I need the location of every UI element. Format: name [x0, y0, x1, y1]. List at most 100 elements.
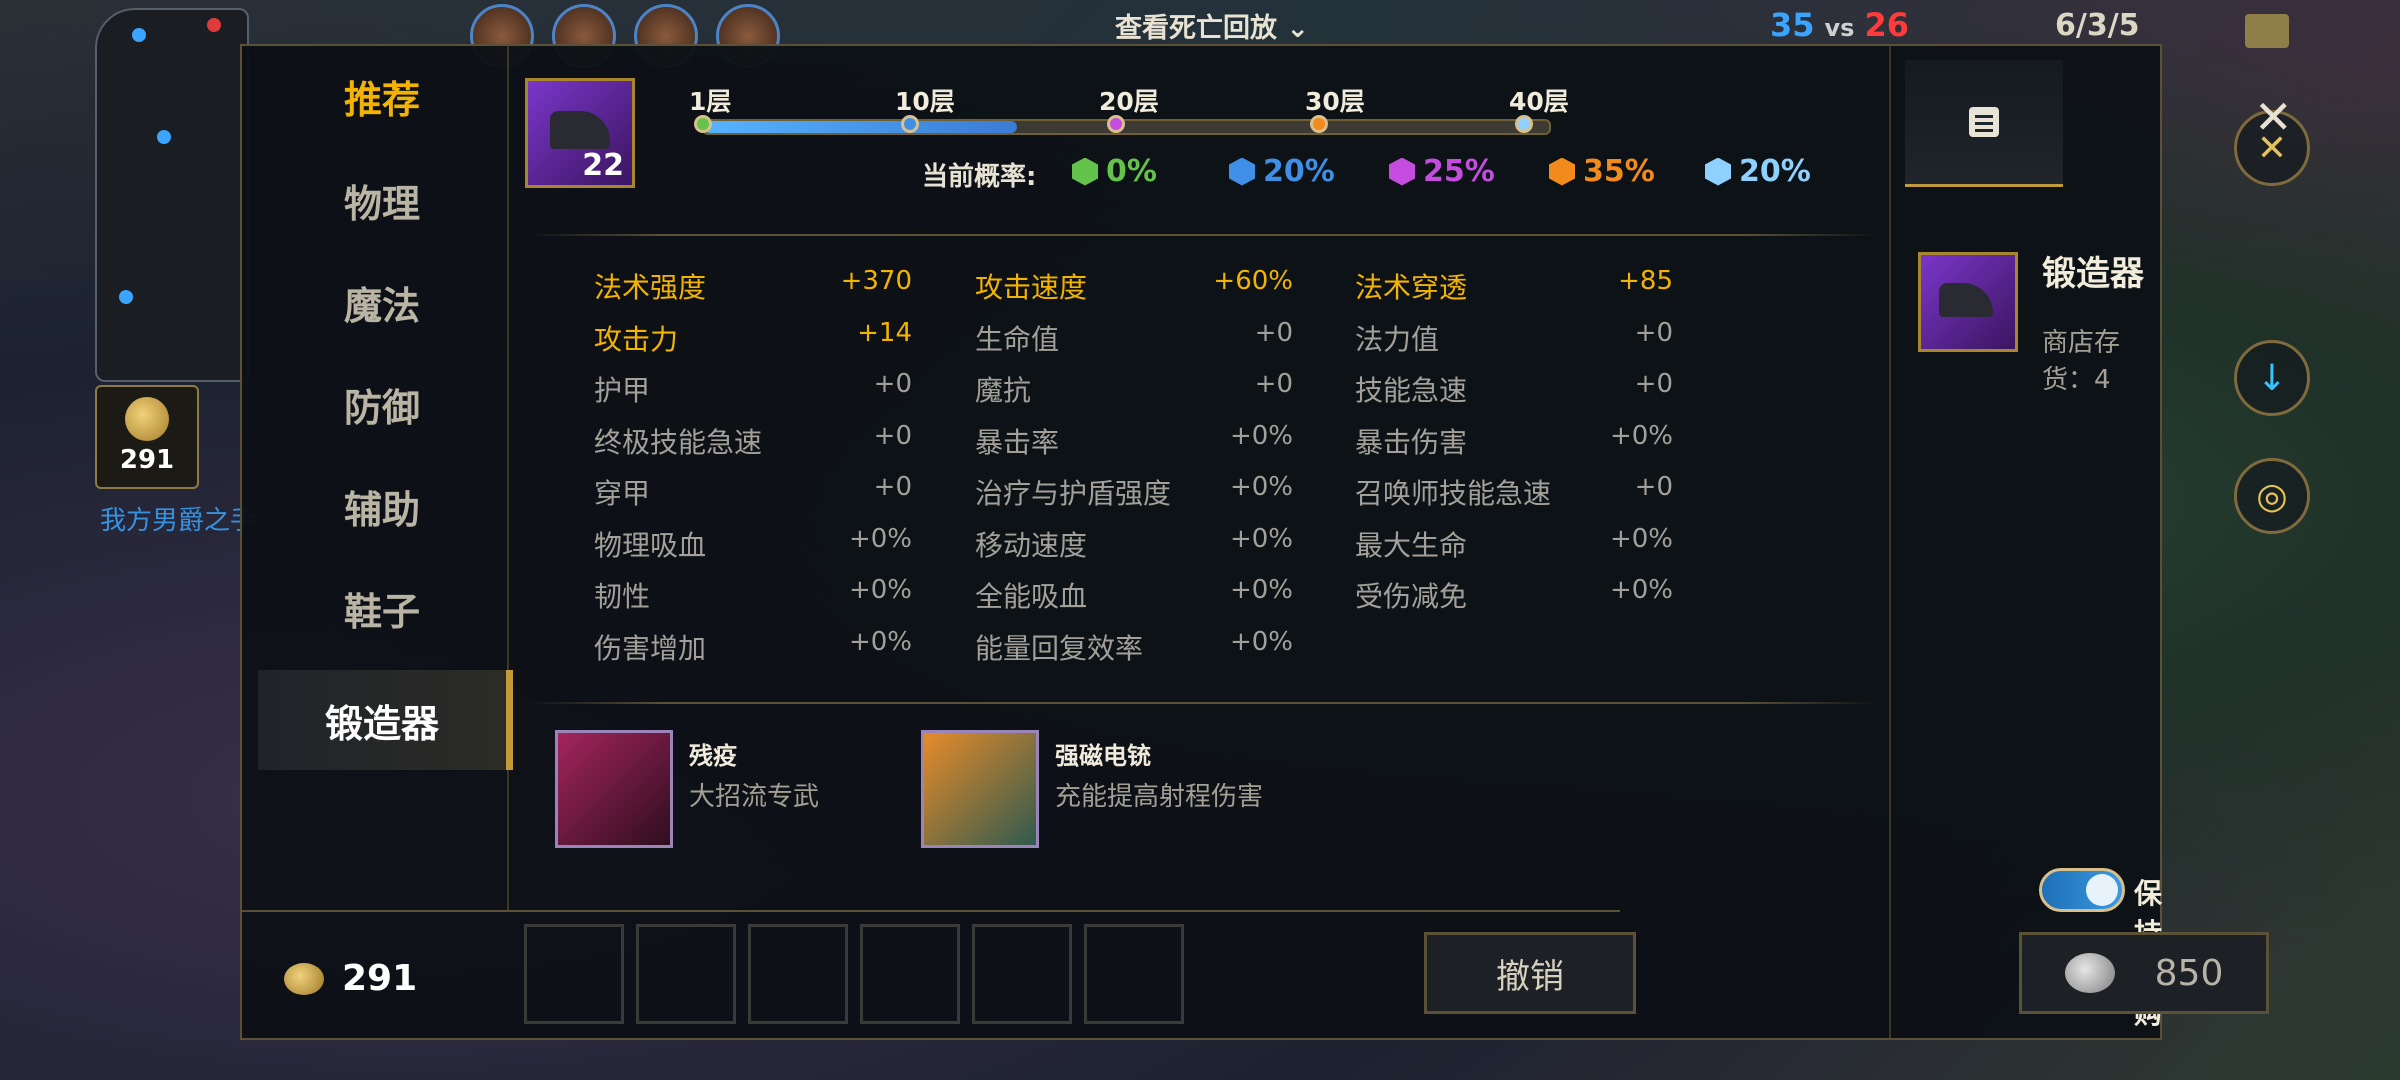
stat-row: 能量回复效率 +0%: [975, 627, 1293, 667]
stat-value: +0%: [1229, 420, 1293, 451]
minimap-ally-marker: [132, 28, 146, 42]
selected-item-name: 锻造器: [2042, 254, 2144, 294]
category-defense[interactable]: 防御: [258, 354, 506, 454]
category-physical[interactable]: 物理: [258, 150, 506, 250]
trinket-slot[interactable]: [1084, 924, 1184, 1024]
stat-row: 魔抗 +0: [975, 369, 1293, 409]
chevron-down-icon: ⌄: [1286, 13, 1310, 44]
stat-row: 穿甲 +0: [594, 472, 912, 512]
category-forge[interactable]: 锻造器: [258, 670, 513, 770]
stat-row: 伤害增加 +0%: [594, 627, 912, 667]
gold-shop-button[interactable]: 291: [95, 385, 199, 489]
close-icon[interactable]: ✕: [2254, 90, 2293, 144]
category-recommended[interactable]: 推荐: [258, 46, 506, 146]
probability-tier-2: 20%: [1229, 154, 1335, 189]
probability-value: 20%: [1263, 154, 1335, 189]
category-magic[interactable]: 魔法: [258, 252, 506, 352]
probability-value: 25%: [1423, 154, 1495, 189]
footer-gold: 291: [284, 958, 417, 999]
buy-button[interactable]: 850: [2019, 932, 2269, 1014]
probability-tier-1: 0%: [1072, 154, 1157, 189]
probability-tier-4: 35%: [1549, 154, 1655, 189]
stat-value: +0: [1634, 472, 1673, 502]
stat-name: 韧性: [594, 580, 651, 613]
shop-panel: 推荐 物理 魔法 防御 辅助 鞋子 锻造器 22 1层 10层 20层 30层 …: [240, 44, 2293, 1040]
stat-value: +14: [857, 317, 912, 348]
stat-row: 移动速度 +0%: [975, 524, 1293, 564]
level-label: 1层: [689, 87, 732, 116]
stat-name: 暴击率: [975, 425, 1060, 459]
probability-value: 35%: [1583, 154, 1655, 189]
inventory-slot[interactable]: [524, 924, 624, 1024]
category-label: 鞋子: [343, 589, 420, 634]
stat-name: 全能吸血: [975, 580, 1088, 613]
minimap[interactable]: [95, 8, 249, 382]
shop-stock: 商店存货：4: [2042, 328, 2121, 395]
stat-row: 生命值 +0: [975, 318, 1293, 358]
death-replay-button[interactable]: 查看死亡回放 ⌄: [1115, 6, 1309, 45]
chat-message: 我方男爵之手: [100, 506, 257, 536]
stat-row: 受伤减免 +0%: [1355, 575, 1673, 615]
keep-preorder-toggle[interactable]: [2039, 868, 2125, 912]
stat-value: +0%: [1609, 575, 1673, 605]
inventory-slot[interactable]: [748, 924, 848, 1024]
hexagon-icon: [1072, 157, 1098, 186]
undo-button[interactable]: 撤销: [1424, 932, 1636, 1014]
stat-row: 终极技能急速 +0: [594, 421, 912, 461]
stat-value: +60%: [1213, 266, 1293, 296]
category-boots[interactable]: 鞋子: [258, 558, 506, 658]
chat-icon[interactable]: [2245, 14, 2289, 48]
recommended-item-magnetic-gun[interactable]: [921, 730, 1039, 848]
hexagon-icon: [1389, 157, 1415, 186]
inventory-slot[interactable]: [860, 924, 960, 1024]
stat-value: +0%: [1229, 472, 1293, 502]
stat-row: 召唤师技能急速 +0: [1355, 472, 1673, 512]
recommended-item-desc: 大招流专武: [689, 782, 820, 812]
stat-value: +0: [1254, 317, 1293, 348]
stat-row: 暴击率 +0%: [975, 421, 1293, 461]
stat-row: 韧性 +0%: [594, 575, 912, 615]
stat-name: 暴击伤害: [1355, 425, 1468, 459]
inventory-slot[interactable]: [972, 924, 1072, 1024]
probability-tier-5: 20%: [1705, 154, 1811, 189]
stat-value: +370: [840, 266, 912, 296]
forge-stack-count: 22: [582, 148, 624, 183]
stat-row: 护甲 +0: [594, 369, 912, 409]
level-node: [901, 115, 919, 133]
gold-amount: 291: [119, 445, 175, 475]
stat-name: 受伤减免: [1355, 580, 1468, 613]
gold-coin-icon: [125, 397, 169, 441]
recommended-item-plague[interactable]: [555, 730, 673, 848]
stat-row: 法力值 +0: [1355, 318, 1673, 358]
stat-row: 法术强度 +370: [594, 266, 912, 306]
stat-row: 全能吸血 +0%: [975, 575, 1293, 615]
hexagon-icon: [1549, 157, 1575, 186]
kda-readout: 6/3/5: [2055, 8, 2140, 43]
tab-item-info[interactable]: [1905, 60, 2063, 187]
stat-name: 召唤师技能急速: [1355, 477, 1552, 510]
silver-coin-icon: [2064, 953, 2115, 993]
minimap-ally-marker: [119, 290, 133, 304]
document-icon: [1969, 107, 1999, 137]
lifebuoy-icon[interactable]: ◎: [2234, 458, 2310, 534]
stat-name: 护甲: [594, 374, 651, 407]
level-label: 20层: [1099, 87, 1159, 116]
stat-name: 最大生命: [1355, 528, 1468, 562]
gold-coin-icon: [284, 962, 324, 995]
stat-value: +0: [1254, 369, 1293, 399]
stat-name: 法力值: [1355, 322, 1440, 356]
team-score: 35 vs 26: [1770, 6, 1909, 44]
buy-price: 850: [2154, 952, 2224, 994]
category-support[interactable]: 辅助: [258, 456, 506, 556]
stat-value: +0%: [848, 523, 912, 554]
category-label: 锻造器: [324, 701, 439, 746]
forge-item-icon[interactable]: 22: [525, 78, 635, 188]
stat-value: +0: [1634, 317, 1673, 348]
stat-value: +0: [1634, 369, 1673, 399]
stat-row: 技能急速 +0: [1355, 369, 1673, 409]
arrow-down-icon[interactable]: ↓: [2234, 340, 2310, 416]
inventory-slot[interactable]: [636, 924, 736, 1024]
level-label: 40层: [1509, 87, 1569, 116]
score-vs: vs: [1824, 14, 1855, 42]
category-label: 魔法: [343, 283, 420, 328]
